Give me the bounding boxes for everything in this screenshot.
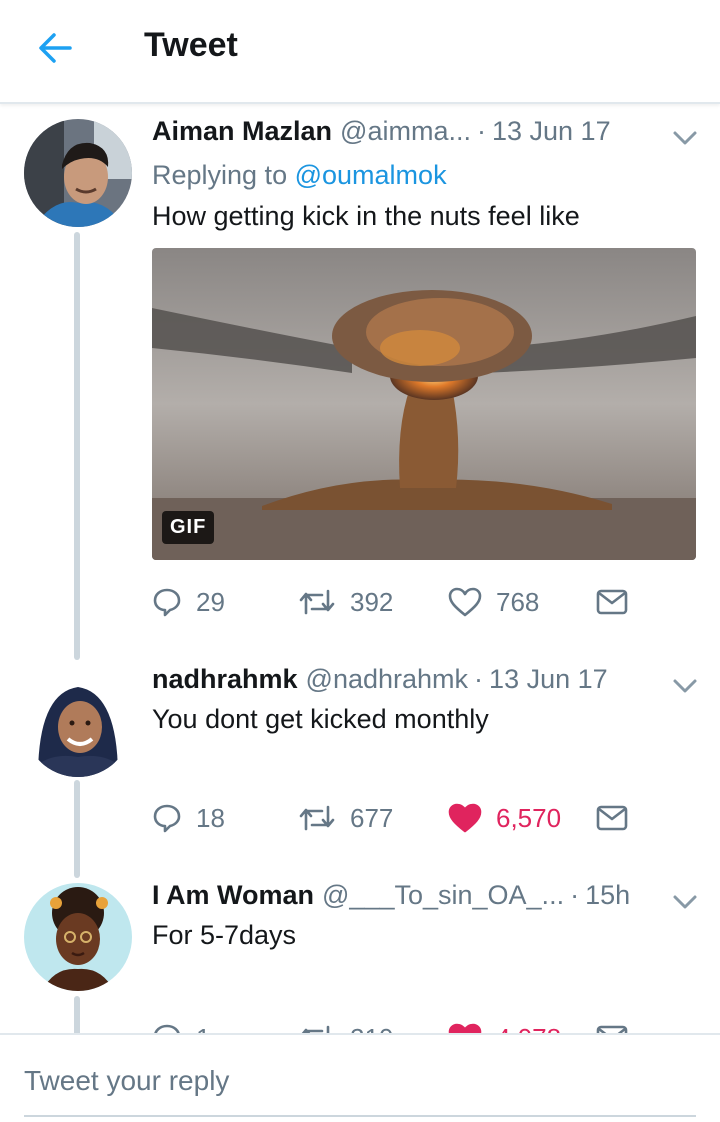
retweet-button[interactable]: 392 xyxy=(298,582,393,622)
tweet-header: nadhrahmk @nadhrahmk · 13 Jun 17 xyxy=(152,664,700,695)
retweet-count: 392 xyxy=(350,586,394,617)
dm-icon xyxy=(596,589,628,615)
retweet-icon xyxy=(299,589,335,615)
like-count: 6,570 xyxy=(496,802,562,833)
heart-icon xyxy=(448,803,482,833)
chevron-down-icon[interactable] xyxy=(670,672,700,693)
reply-button[interactable]: 18 xyxy=(152,798,225,838)
like-button[interactable]: 768 xyxy=(448,582,539,622)
like-button[interactable]: 6,570 xyxy=(448,798,561,838)
avatar[interactable] xyxy=(24,669,132,777)
reply-icon xyxy=(153,588,181,617)
tweet-text: You dont get kicked monthly xyxy=(152,704,489,734)
gif-badge: GIF xyxy=(162,511,215,544)
avatar[interactable] xyxy=(24,119,132,227)
reply-input[interactable]: Tweet your reply xyxy=(24,1065,696,1117)
author-handle[interactable]: @nadhrahmk xyxy=(306,664,469,695)
dm-icon xyxy=(596,805,628,831)
avatar[interactable] xyxy=(24,883,132,991)
top-bar: Tweet xyxy=(0,0,720,104)
reply-count: 18 xyxy=(196,802,225,833)
chevron-down-icon[interactable] xyxy=(670,124,700,145)
dm-button[interactable] xyxy=(596,582,628,622)
author-name[interactable]: nadhrahmk xyxy=(152,664,298,695)
tweet-time[interactable]: 15h xyxy=(585,880,630,911)
like-count: 768 xyxy=(496,586,540,617)
reply-count: 29 xyxy=(196,586,225,617)
replying-to-handle[interactable]: @oumalmok xyxy=(295,160,447,190)
tweet-header: I Am Woman @___To_sin_OA_... · 15h xyxy=(152,880,700,911)
thread-line xyxy=(74,996,80,1036)
reply-button[interactable]: 29 xyxy=(152,582,225,622)
thread-line xyxy=(74,232,80,660)
chevron-down-icon[interactable] xyxy=(670,888,700,909)
dm-button[interactable] xyxy=(596,798,628,838)
separator-dot: · xyxy=(476,116,486,146)
page-title: Tweet xyxy=(144,26,238,64)
tweet-actions: 29 392 768 xyxy=(152,582,696,622)
thread-line xyxy=(74,780,80,878)
gif-media[interactable]: GIF xyxy=(152,248,696,560)
replying-to: Replying to @oumalmok xyxy=(152,160,447,191)
author-name[interactable]: I Am Woman xyxy=(152,880,314,911)
heart-icon xyxy=(448,587,482,617)
tweet-time[interactable]: 13 Jun 17 xyxy=(492,116,611,147)
retweet-count: 677 xyxy=(350,802,394,833)
retweet-button[interactable]: 677 xyxy=(298,798,393,838)
tweet-text: For 5-7days xyxy=(152,920,297,950)
replying-to-label: Replying to xyxy=(152,160,288,190)
separator-dot: · xyxy=(570,880,580,910)
author-handle[interactable]: @aimma... xyxy=(340,116,471,147)
retweet-icon xyxy=(299,805,335,831)
back-arrow-icon[interactable] xyxy=(34,28,78,68)
author-name[interactable]: Aiman Mazlan xyxy=(152,116,332,147)
separator-dot: · xyxy=(474,664,484,694)
tweet-text: How getting kick in the nuts feel like xyxy=(152,201,580,231)
tweet-actions: 18 677 6,570 xyxy=(152,798,696,838)
tweet-time[interactable]: 13 Jun 17 xyxy=(489,664,608,695)
author-handle[interactable]: @___To_sin_OA_... xyxy=(322,880,564,911)
tweet-header: Aiman Mazlan @aimma... · 13 Jun 17 xyxy=(152,116,700,147)
reply-composer: Tweet your reply xyxy=(0,1033,720,1122)
reply-icon xyxy=(153,804,181,833)
